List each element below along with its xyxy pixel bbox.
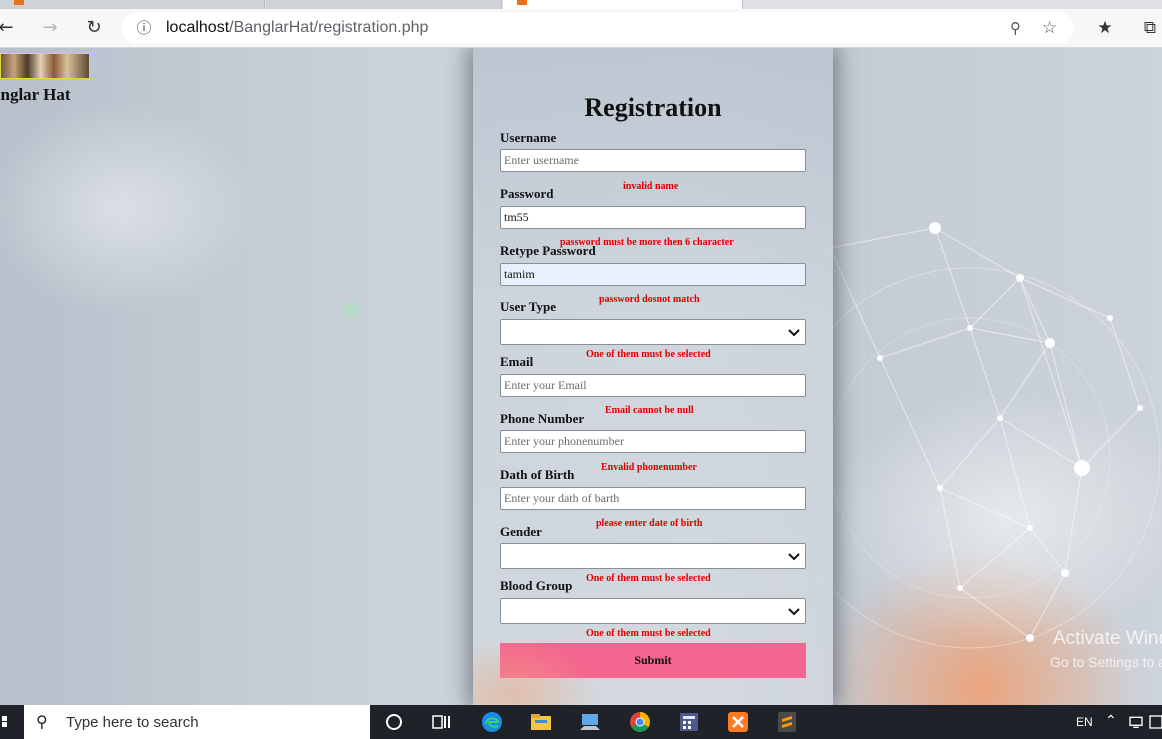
dob-label: Dath of Birth <box>500 467 575 482</box>
tray-chevron-up-icon[interactable]: ⌃ <box>1105 712 1117 729</box>
email-input[interactable] <box>500 374 806 397</box>
chevron-down-icon <box>788 329 800 337</box>
page-title: Registration <box>584 93 722 122</box>
password-input[interactable] <box>500 206 806 229</box>
username-error: invalid name <box>623 181 679 192</box>
language-indicator[interactable]: EN <box>1076 715 1093 729</box>
chrome-icon[interactable] <box>628 710 652 734</box>
phone-error: Envalid phonenumber <box>601 462 697 473</box>
task-view-icon[interactable] <box>430 710 454 734</box>
site-logo[interactable] <box>0 53 90 79</box>
activate-windows-title: Activate Windows <box>1053 628 1162 649</box>
chevron-down-icon <box>788 608 800 616</box>
page-favicon-icon <box>14 0 24 5</box>
browser-toolbar: ← → ↻ ⓘ localhost/BanglarHat/registratio… <box>0 9 1162 48</box>
address-bar[interactable]: ⓘ localhost/BanglarHat/registration.php … <box>122 12 1074 44</box>
email-error: Email cannot be null <box>605 405 694 416</box>
retype-password-input[interactable] <box>500 263 806 286</box>
forward-icon[interactable]: → <box>38 17 62 39</box>
search-icon: ⚲ <box>36 712 48 731</box>
gender-label: Gender <box>500 524 542 539</box>
user-type-error: One of them must be selected <box>586 349 711 360</box>
calculator-app-icon[interactable] <box>677 710 701 734</box>
zoom-icon[interactable]: ⚲ <box>1010 18 1030 38</box>
phone-input[interactable] <box>500 430 806 453</box>
add-favorite-icon[interactable]: ☆ <box>1042 17 1064 39</box>
taskbar: ⚲ Type here to search EN ⌃ <box>0 705 1162 739</box>
tray-app-icon[interactable] <box>1148 714 1162 730</box>
registration-panel: Registration Username invalid name Passw… <box>473 48 833 705</box>
taskbar-search-placeholder: Type here to search <box>66 714 199 731</box>
browser-tab[interactable] <box>266 0 502 9</box>
network-globe-background <box>820 222 1161 649</box>
user-type-label: User Type <box>500 299 556 314</box>
sublime-text-icon[interactable] <box>775 710 799 734</box>
windows-start-icon[interactable] <box>0 705 22 739</box>
dob-input[interactable] <box>500 487 806 510</box>
user-type-select[interactable] <box>500 319 806 345</box>
gender-error: One of them must be selected <box>586 573 711 584</box>
blood-group-error: One of them must be selected <box>586 628 711 639</box>
phone-label: Phone Number <box>500 411 585 426</box>
address-url: localhost/BanglarHat/registration.php <box>166 19 429 36</box>
collections-icon[interactable]: ⧉ <box>1138 17 1162 39</box>
tab-strip <box>0 0 1162 9</box>
browser-tab-active[interactable] <box>503 0 743 9</box>
dob-error: please enter date of birth <box>596 518 703 529</box>
edge-browser-icon[interactable] <box>480 710 504 734</box>
xampp-icon[interactable] <box>726 710 750 734</box>
retype-password-label: Retype Password <box>500 243 596 258</box>
page-favicon-icon <box>517 0 527 5</box>
remote-desktop-icon[interactable] <box>578 710 602 734</box>
retype-password-error: password dosnot match <box>599 294 700 305</box>
light-glow <box>340 298 362 320</box>
site-info-icon[interactable]: ⓘ <box>134 18 154 38</box>
tray-network-icon[interactable] <box>1128 714 1144 730</box>
username-input[interactable] <box>500 149 806 172</box>
blood-group-label: Blood Group <box>500 578 573 593</box>
gender-select[interactable] <box>500 543 806 569</box>
taskbar-search[interactable]: ⚲ Type here to search <box>24 705 370 739</box>
email-label: Email <box>500 354 534 369</box>
username-label: Username <box>500 130 557 145</box>
password-label: Password <box>500 186 554 201</box>
back-icon[interactable]: ← <box>0 17 18 39</box>
submit-button[interactable]: Submit <box>500 643 806 678</box>
cortana-icon[interactable] <box>382 710 406 734</box>
activate-windows-subtitle: Go to Settings to activate Windows. <box>1050 654 1162 670</box>
blood-group-select[interactable] <box>500 598 806 624</box>
refresh-icon[interactable]: ↻ <box>82 17 106 39</box>
chevron-down-icon <box>788 553 800 561</box>
site-brand: anglar Hat <box>0 85 71 104</box>
browser-tab[interactable] <box>0 0 265 9</box>
favorites-icon[interactable]: ★ <box>1093 17 1117 39</box>
page-viewport: anglar Hat Activate Windows Go to Settin… <box>0 48 1162 705</box>
file-explorer-icon[interactable] <box>529 710 553 734</box>
